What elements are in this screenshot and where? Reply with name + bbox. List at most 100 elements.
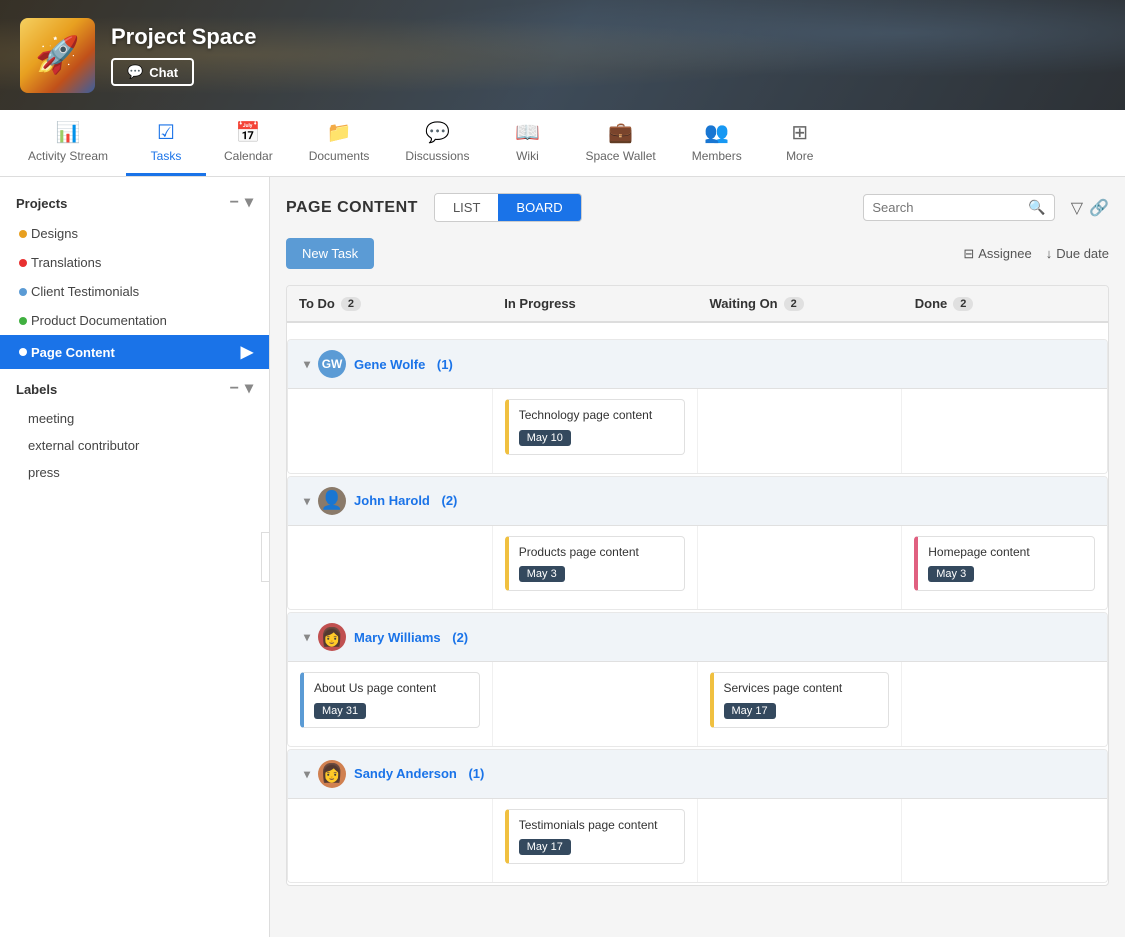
- new-task-button[interactable]: New Task: [286, 238, 374, 269]
- view-toggle: LIST BOARD: [434, 193, 582, 222]
- nav-members[interactable]: 👥 Members: [674, 110, 760, 176]
- sidebar-item-product-documentation[interactable]: Product Documentation: [0, 306, 269, 335]
- projects-section-header: Projects − ▾: [0, 187, 269, 219]
- col-header-waiting-on: Waiting On 2: [698, 286, 903, 323]
- page-header: PAGE CONTENT LIST BOARD 🔍 ▽ 🔗: [286, 193, 1109, 222]
- sidebar-item-designs[interactable]: Designs: [0, 219, 269, 248]
- board-wrapper: To Do 2 In Progress Waiting On 2 Done 2: [286, 285, 1109, 886]
- nav-more[interactable]: ⊞ More: [760, 110, 840, 176]
- gene-wolfe-col-in-progress: Technology page content May 10: [493, 389, 698, 473]
- col-header-done: Done 2: [903, 286, 1108, 323]
- col-waiting-on-label: Waiting On: [710, 296, 778, 311]
- task-card-products[interactable]: Products page content May 3: [505, 536, 685, 592]
- label-meeting-text: meeting: [28, 411, 74, 426]
- search-icon[interactable]: 🔍: [1028, 199, 1045, 216]
- task-card-services[interactable]: Services page content May 17: [710, 672, 890, 728]
- task-date-services: May 17: [724, 703, 776, 719]
- nav-more-label: More: [786, 149, 813, 163]
- search-input[interactable]: [872, 200, 1022, 215]
- members-icon: 👥: [704, 120, 729, 145]
- gene-wolfe-count: (1): [433, 357, 453, 372]
- col-done-count: 2: [953, 297, 973, 311]
- sandy-anderson-col-waiting-on: [698, 799, 903, 883]
- sidebar-item-client-testimonials[interactable]: Client Testimonials: [0, 277, 269, 306]
- nav-documents-label: Documents: [309, 149, 370, 163]
- nav-calendar[interactable]: 📅 Calendar: [206, 110, 291, 176]
- assignee-row-mary-williams: ▾ 👩 Mary Williams (2) About Us page cont…: [287, 612, 1108, 747]
- gene-wolfe-tasks: Technology page content May 10: [288, 389, 1107, 473]
- task-card-testimonials[interactable]: Testimonials page content May 17: [505, 809, 685, 865]
- assignee-row-john-harold: ▾ 👤 John Harold (2) Products page conten…: [287, 476, 1108, 611]
- col-todo-label: To Do: [299, 296, 335, 311]
- nav-calendar-label: Calendar: [224, 149, 273, 163]
- sidebar-item-translations[interactable]: Translations: [0, 248, 269, 277]
- assignee-control[interactable]: ⊟ Assignee: [963, 246, 1031, 262]
- sidebar: Projects − ▾ Designs Translations Client…: [0, 177, 270, 937]
- arrow-right-icon: ▶: [241, 342, 253, 362]
- mary-williams-col-todo: About Us page content May 31: [288, 662, 493, 746]
- nav-wiki-label: Wiki: [516, 149, 539, 163]
- tasks-icon: ☑: [157, 120, 175, 145]
- board-column-headers: To Do 2 In Progress Waiting On 2 Done 2: [287, 286, 1108, 323]
- col-waiting-on-count: 2: [784, 297, 804, 311]
- sidebar-collapse-btn[interactable]: ‹: [261, 532, 270, 582]
- board-view-btn[interactable]: BOARD: [498, 194, 580, 221]
- projects-dropdown-btn[interactable]: ▾: [245, 195, 253, 211]
- main-layout: Projects − ▾ Designs Translations Client…: [0, 177, 1125, 937]
- search-bar: 🔍: [863, 194, 1054, 221]
- john-harold-col-done: Homepage content May 3: [902, 526, 1107, 610]
- labels-section-header: Labels − ▾: [0, 373, 269, 405]
- due-date-control[interactable]: ↓ Due date: [1046, 246, 1109, 261]
- assignee-grid-icon: ⊟: [963, 246, 974, 262]
- label-meeting[interactable]: meeting: [0, 405, 269, 432]
- list-view-btn[interactable]: LIST: [435, 194, 498, 221]
- due-date-sort-icon: ↓: [1046, 246, 1053, 261]
- nav-tasks[interactable]: ☑ Tasks: [126, 110, 206, 176]
- filter-icon[interactable]: ▽: [1071, 198, 1083, 218]
- assignee-header-mary-williams[interactable]: ▾ 👩 Mary Williams (2): [288, 613, 1107, 662]
- chevron-down-sandy: ▾: [304, 767, 310, 781]
- sidebar-translations-label: Translations: [31, 255, 101, 270]
- filter-icons: ▽ 🔗: [1071, 198, 1109, 218]
- label-external-contributor[interactable]: external contributor: [0, 432, 269, 459]
- activity-stream-icon: 📊: [56, 120, 81, 145]
- john-harold-name: John Harold: [354, 493, 430, 508]
- due-date-label: Due date: [1056, 246, 1109, 261]
- task-title-testimonials: Testimonials page content: [519, 818, 674, 834]
- task-card-technology[interactable]: Technology page content May 10: [505, 399, 685, 455]
- projects-minus-btn[interactable]: −: [230, 195, 239, 211]
- john-harold-col-waiting-on: [698, 526, 903, 610]
- nav-space-wallet[interactable]: 💼 Space Wallet: [567, 110, 673, 176]
- task-card-homepage[interactable]: Homepage content May 3: [914, 536, 1095, 592]
- sidebar-item-page-content[interactable]: Page Content ▶: [0, 335, 269, 369]
- chevron-down-john: ▾: [304, 494, 310, 508]
- assignee-label: Assignee: [978, 246, 1031, 261]
- mary-williams-count: (2): [449, 630, 469, 645]
- gene-wolfe-name: Gene Wolfe: [354, 357, 425, 372]
- more-icon: ⊞: [791, 120, 808, 145]
- labels-dropdown-btn[interactable]: ▾: [245, 381, 253, 397]
- sidebar-designs-label: Designs: [31, 226, 78, 241]
- nav-documents[interactable]: 📁 Documents: [291, 110, 388, 176]
- nav-wiki[interactable]: 📖 Wiki: [487, 110, 567, 176]
- col-done-label: Done: [915, 296, 948, 311]
- sandy-anderson-col-in-progress: Testimonials page content May 17: [493, 799, 698, 883]
- calendar-icon: 📅: [236, 120, 261, 145]
- assignee-header-john-harold[interactable]: ▾ 👤 John Harold (2): [288, 477, 1107, 526]
- chat-button[interactable]: 💬 Chat: [111, 58, 194, 86]
- avatar-sandy-anderson: 👩: [318, 760, 346, 788]
- assignee-header-sandy-anderson[interactable]: ▾ 👩 Sandy Anderson (1): [288, 750, 1107, 799]
- nav-discussions[interactable]: 💬 Discussions: [387, 110, 487, 176]
- assignee-header-gene-wolfe[interactable]: ▾ GW Gene Wolfe (1): [288, 340, 1107, 389]
- wiki-icon: 📖: [515, 120, 540, 145]
- avatar-mary-williams: 👩: [318, 623, 346, 651]
- sandy-anderson-name: Sandy Anderson: [354, 766, 457, 781]
- nav-activity-stream[interactable]: 📊 Activity Stream: [10, 110, 126, 176]
- label-press[interactable]: press: [0, 459, 269, 486]
- chat-label: Chat: [149, 65, 178, 80]
- board-toolbar: New Task ⊟ Assignee ↓ Due date: [286, 238, 1109, 269]
- labels-minus-btn[interactable]: −: [230, 381, 239, 397]
- link-icon[interactable]: 🔗: [1089, 198, 1109, 218]
- task-card-about-us[interactable]: About Us page content May 31: [300, 672, 480, 728]
- sidebar-product-label: Product Documentation: [31, 313, 167, 328]
